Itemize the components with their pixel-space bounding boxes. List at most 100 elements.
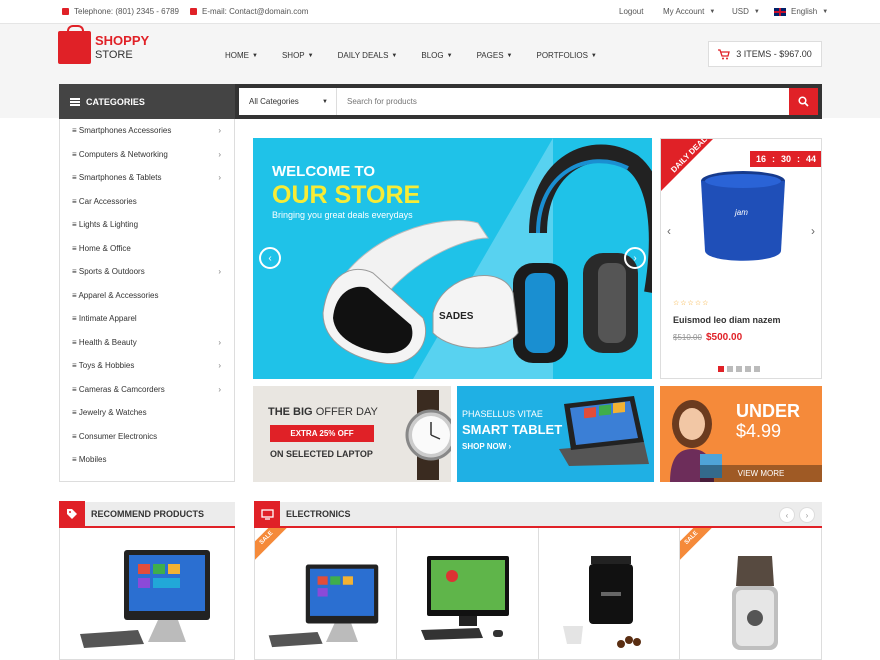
chevron-down-icon: ▼ bbox=[446, 52, 453, 59]
category-label[interactable]: Sports & Outdoors bbox=[79, 267, 145, 276]
countdown-timer: 16: 30: 44 bbox=[750, 151, 821, 167]
currency-label[interactable]: USD bbox=[732, 7, 749, 16]
category-label[interactable]: Smartphones & Tablets bbox=[79, 173, 162, 182]
product-card[interactable]: SALE bbox=[255, 528, 397, 659]
chevron-right-icon: › bbox=[218, 267, 221, 276]
view-more-button[interactable]: VIEW MORE bbox=[700, 465, 822, 482]
under-price-banner[interactable]: UNDER $4.99 VIEW MORE bbox=[660, 386, 822, 482]
slider-prev-button[interactable]: ‹ bbox=[259, 247, 281, 269]
speaker-image: jam bbox=[701, 171, 785, 261]
category-item[interactable]: ≡ Car Accessories bbox=[60, 190, 234, 214]
deal-product-name[interactable]: Euismod leo diam nazem bbox=[673, 315, 781, 325]
timer-minutes: 30 bbox=[781, 154, 792, 164]
cart-summary[interactable]: 3 ITEMS - $967.00 bbox=[736, 49, 812, 59]
chevron-down-icon: ▼ bbox=[252, 52, 258, 59]
category-label[interactable]: Consumer Electronics bbox=[79, 432, 157, 441]
logo[interactable]: SHOPPY STORE bbox=[58, 25, 149, 64]
category-item[interactable]: ≡ Health & Beauty › bbox=[60, 331, 234, 355]
email[interactable]: E-mail: Contact@domain.com bbox=[190, 7, 308, 16]
cart-button[interactable]: 3 ITEMS - $967.00 bbox=[708, 41, 822, 67]
category-item[interactable]: ≡ Computers & Networking › bbox=[60, 143, 234, 167]
nav-label[interactable]: DAILY DEALS bbox=[338, 51, 389, 60]
category-label[interactable]: Cameras & Camcorders bbox=[79, 385, 165, 394]
category-label[interactable]: Car Accessories bbox=[79, 197, 137, 206]
nav-label[interactable]: PORTFOLIOS bbox=[537, 51, 588, 60]
product-card[interactable]: SALE bbox=[680, 528, 821, 659]
product-card[interactable] bbox=[397, 528, 539, 659]
search-input[interactable] bbox=[347, 88, 787, 115]
pagination-dot[interactable] bbox=[745, 366, 751, 372]
category-item[interactable]: ≡ Mobiles bbox=[60, 448, 234, 472]
category-item[interactable]: ≡ Sports & Outdoors › bbox=[60, 260, 234, 284]
electronics-next-button[interactable]: › bbox=[799, 507, 815, 523]
category-item[interactable]: ≡ Consumer Electronics bbox=[60, 425, 234, 449]
category-label[interactable]: Lights & Lighting bbox=[79, 220, 138, 229]
electronics-product-list: SALE SALE bbox=[254, 528, 822, 660]
my-account-label[interactable]: My Account bbox=[663, 7, 704, 16]
category-item[interactable]: ≡ Lights & Lighting bbox=[60, 213, 234, 237]
category-item[interactable]: ≡ Jewelry & Watches bbox=[60, 401, 234, 425]
currency-dropdown[interactable]: USD ▼ bbox=[732, 7, 760, 16]
category-label[interactable]: Smartphones Accessories bbox=[79, 126, 172, 135]
view-more-label[interactable]: VIEW MORE bbox=[738, 469, 785, 478]
offer-banner-laptop[interactable]: THE BIG OFFER DAY EXTRA 25% OFF ON SELEC… bbox=[253, 386, 451, 482]
tablet-banner[interactable]: PHASELLUS VITAE SMART TABLET SHOP NOW › bbox=[457, 386, 654, 482]
category-item[interactable]: ≡ Apparel & Accessories bbox=[60, 284, 234, 308]
electronics-prev-button[interactable]: ‹ bbox=[779, 507, 795, 523]
category-label[interactable]: Intimate Apparel bbox=[79, 314, 137, 323]
my-account-dropdown[interactable]: My Account ▼ bbox=[663, 7, 715, 16]
recommend-product-card[interactable] bbox=[59, 528, 235, 660]
category-label[interactable]: Jewelry & Watches bbox=[79, 408, 147, 417]
hero-slider[interactable]: WELCOME TO OUR STORE Bringing you great … bbox=[253, 138, 652, 379]
chevron-down-icon: ▼ bbox=[506, 52, 513, 59]
category-item[interactable]: ≡ Smartphones Accessories › bbox=[60, 119, 234, 143]
category-label[interactable]: Health & Beauty bbox=[79, 338, 137, 347]
category-item[interactable]: ≡ Home & Office bbox=[60, 237, 234, 261]
nav-label[interactable]: SHOP bbox=[282, 51, 305, 60]
search-button[interactable] bbox=[789, 88, 818, 115]
deal-prev-arrow[interactable]: ‹ bbox=[667, 224, 671, 238]
deal-next-arrow[interactable]: › bbox=[811, 224, 815, 238]
nav-blog[interactable]: BLOG ▼ bbox=[421, 51, 452, 60]
tag-icon bbox=[59, 501, 85, 527]
slider-next-button[interactable]: › bbox=[624, 247, 646, 269]
search-category-select[interactable]: All Categories ▼ bbox=[239, 88, 337, 115]
pagination-dot[interactable] bbox=[736, 366, 742, 372]
search-category-label[interactable]: All Categories bbox=[249, 97, 299, 106]
language-dropdown[interactable]: English ▼ bbox=[774, 7, 828, 16]
language-label[interactable]: English bbox=[791, 7, 817, 16]
nav-pages[interactable]: PAGES ▼ bbox=[477, 51, 513, 60]
logout-link[interactable]: Logout bbox=[619, 7, 643, 16]
electronics-header: ELECTRONICS bbox=[254, 501, 822, 528]
categories-toggle[interactable]: CATEGORIES bbox=[59, 84, 235, 119]
category-label[interactable]: Computers & Networking bbox=[79, 150, 168, 159]
nav-label[interactable]: HOME bbox=[225, 51, 249, 60]
deal-pagination bbox=[718, 366, 760, 372]
category-label[interactable]: Mobiles bbox=[79, 455, 107, 464]
grinder-image bbox=[732, 556, 779, 650]
header: SHOPPY STORE HOME ▼ SHOP ▼ DAILY DEALS ▼ BL… bbox=[0, 24, 880, 85]
category-label[interactable]: Toys & Hobbies bbox=[79, 361, 135, 370]
pagination-dot[interactable] bbox=[727, 366, 733, 372]
sale-badge: SALE bbox=[255, 528, 293, 565]
category-item[interactable]: ≡ Toys & Hobbies › bbox=[60, 354, 234, 378]
categories-title[interactable]: CATEGORIES bbox=[86, 97, 145, 107]
pagination-dot[interactable] bbox=[754, 366, 760, 372]
category-item[interactable]: ≡ Intimate Apparel bbox=[60, 307, 234, 331]
nav-label[interactable]: PAGES bbox=[477, 51, 504, 60]
category-item[interactable]: ≡ Cameras & Camcorders › bbox=[60, 378, 234, 402]
nav-shop[interactable]: SHOP ▼ bbox=[282, 51, 314, 60]
category-label[interactable]: Apparel & Accessories bbox=[78, 291, 158, 300]
email-text[interactable]: E-mail: Contact@domain.com bbox=[202, 7, 308, 16]
product-card[interactable] bbox=[539, 528, 681, 659]
category-label[interactable]: Home & Office bbox=[79, 244, 131, 253]
banner2-cta-label[interactable]: SHOP NOW bbox=[462, 442, 506, 451]
pagination-dot[interactable] bbox=[718, 366, 724, 372]
nav-daily-deals[interactable]: DAILY DEALS ▼ bbox=[338, 51, 398, 60]
chevron-right-icon: › bbox=[218, 337, 221, 347]
logout-label[interactable]: Logout bbox=[619, 7, 643, 16]
category-item[interactable]: ≡ Smartphones & Tablets › bbox=[60, 166, 234, 190]
nav-portfolios[interactable]: PORTFOLIOS ▼ bbox=[537, 51, 597, 60]
nav-home[interactable]: HOME ▼ bbox=[225, 51, 258, 60]
nav-label[interactable]: BLOG bbox=[421, 51, 443, 60]
